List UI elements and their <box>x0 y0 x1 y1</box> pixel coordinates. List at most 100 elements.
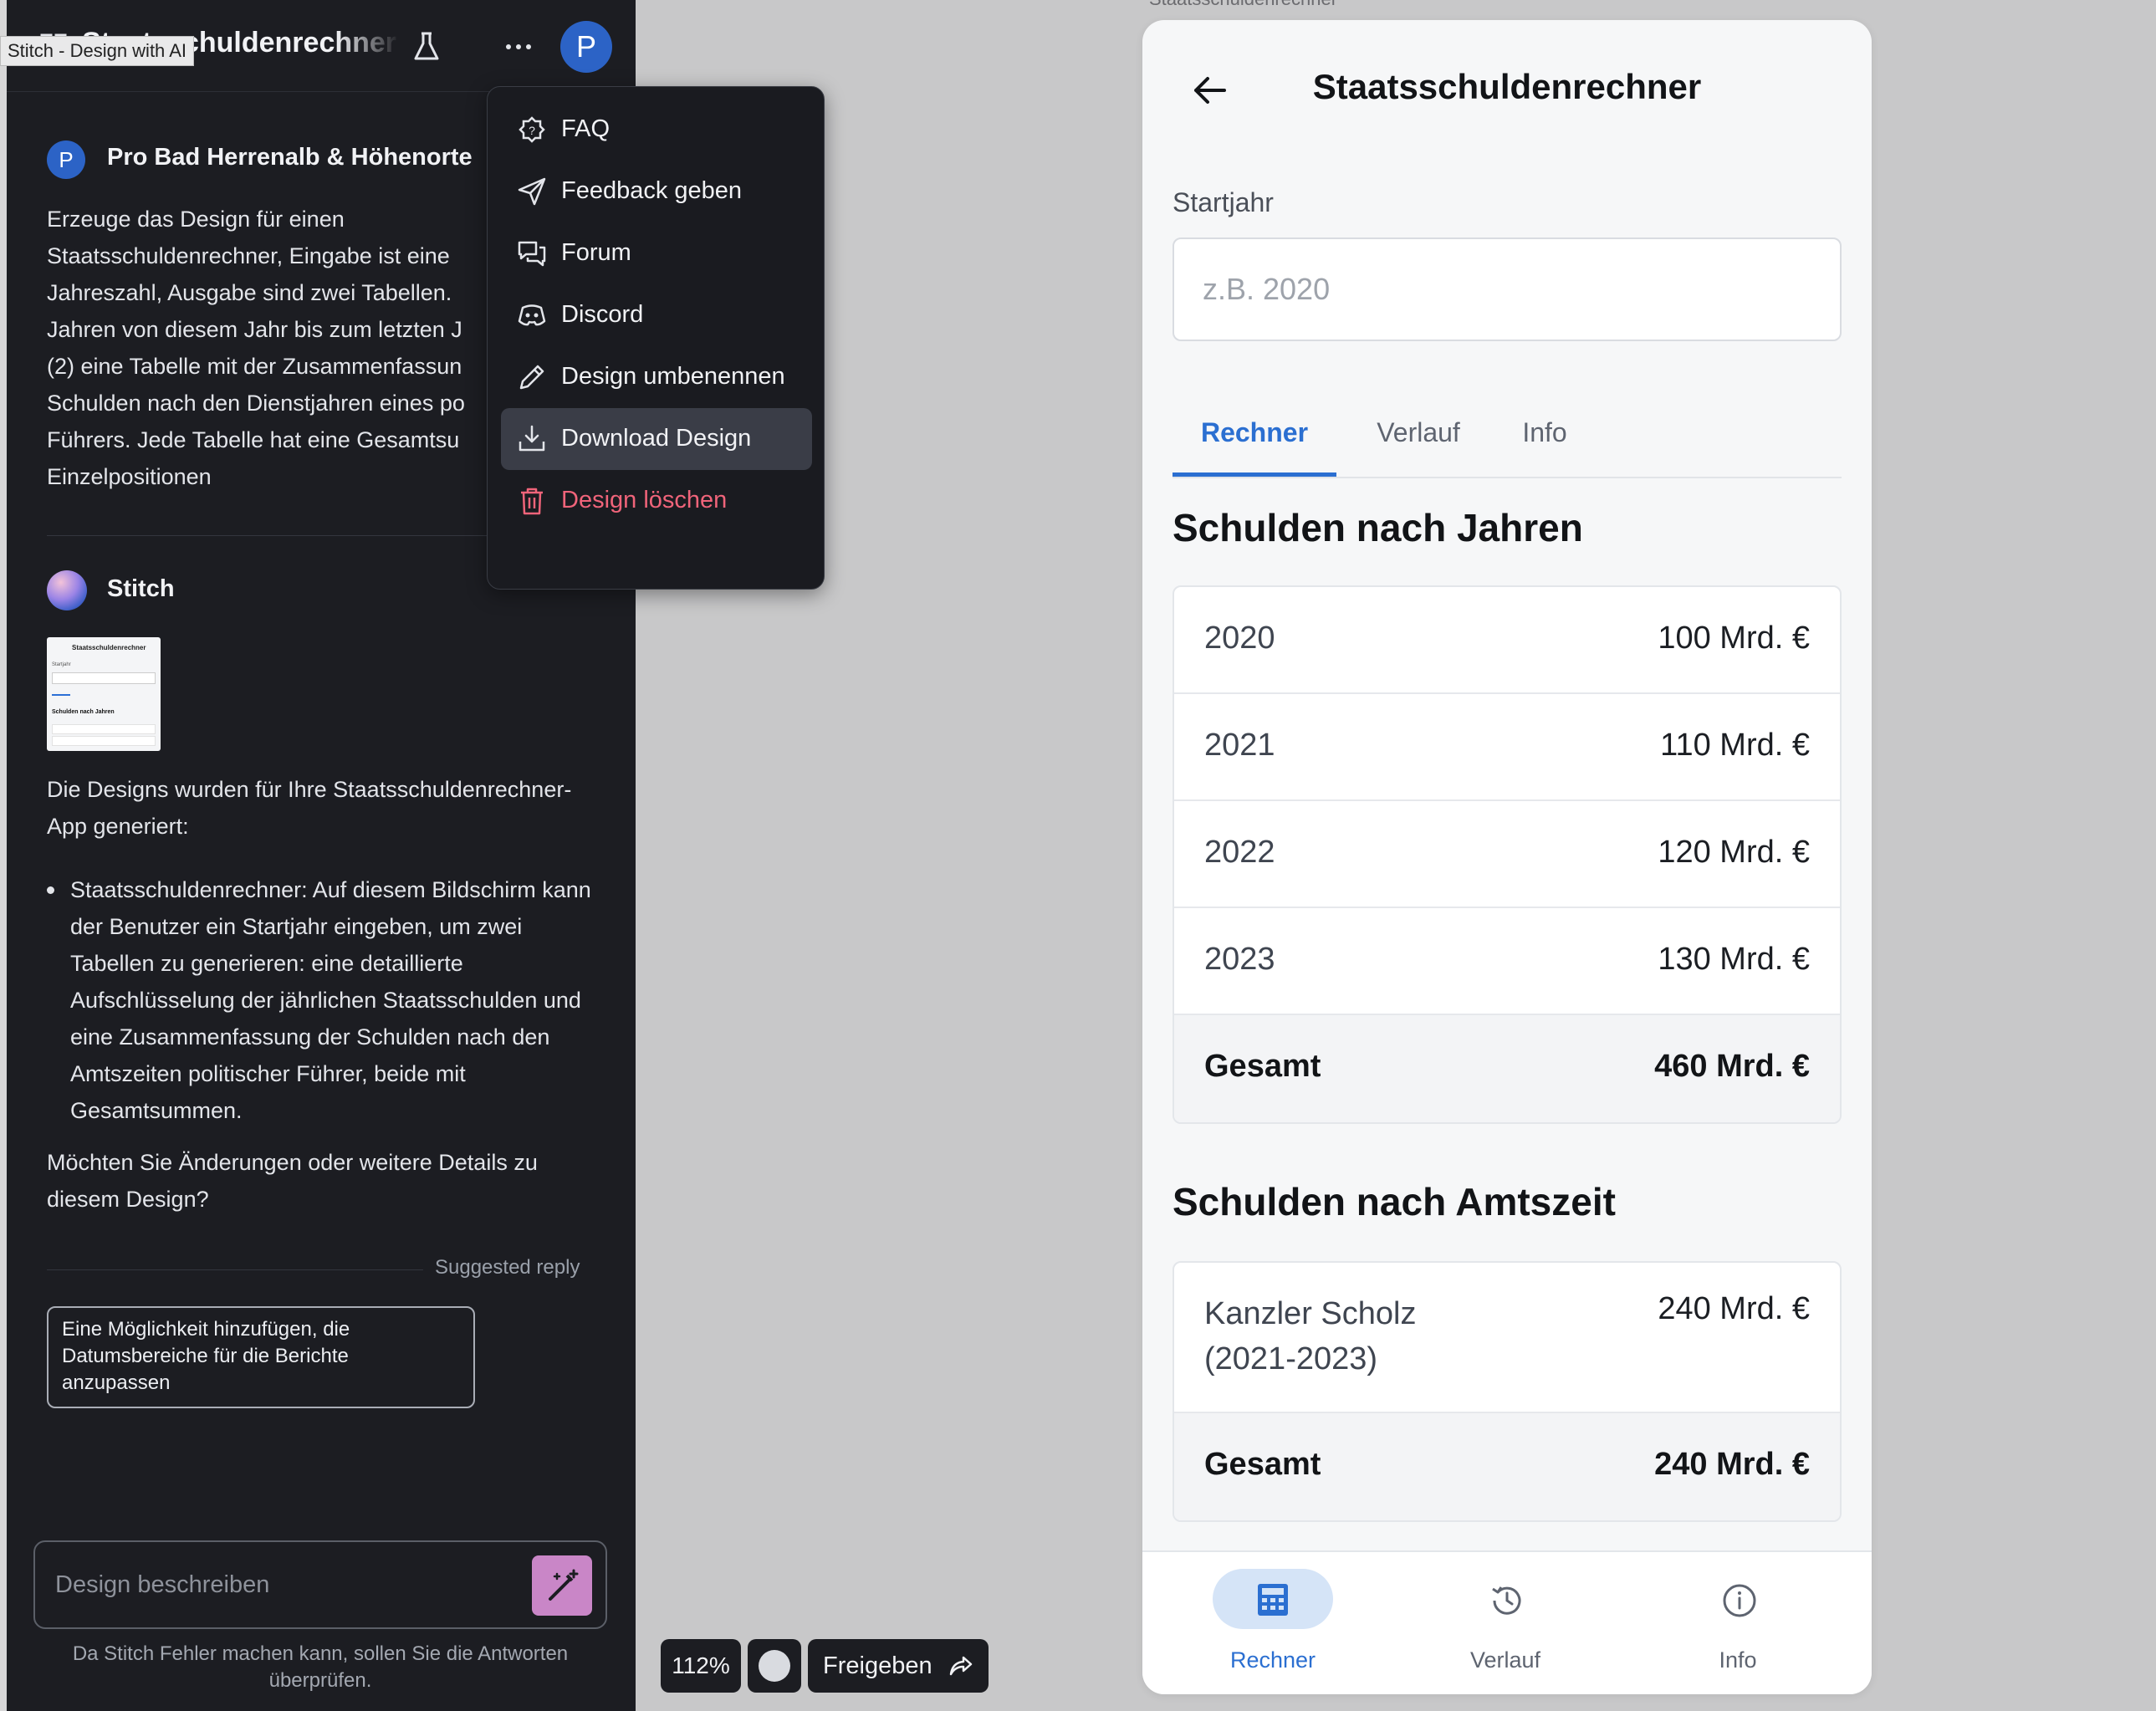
zoom-level[interactable]: 112% <box>661 1639 741 1693</box>
menu-item-delete[interactable]: Design löschen <box>501 470 812 532</box>
thumbnail-tab <box>52 694 70 696</box>
theme-toggle[interactable] <box>748 1639 801 1693</box>
tab-verlauf[interactable]: Verlauf <box>1351 403 1485 477</box>
row-year: 2023 <box>1204 942 1275 977</box>
bottom-nav: Rechner Verlauf Info <box>1142 1550 1872 1694</box>
menu-item-rename[interactable]: Design umbenennen <box>501 346 812 408</box>
account-avatar[interactable]: P <box>560 21 612 73</box>
magic-wand-icon <box>549 1569 579 1601</box>
send-icon <box>518 177 546 206</box>
row-amount: 120 Mrd. € <box>1658 835 1810 870</box>
total-label: Gesamt <box>1204 1447 1321 1482</box>
menu-item-label: Forum <box>561 239 631 266</box>
total-row: Gesamt 240 Mrd. € <box>1174 1413 1840 1520</box>
share-icon <box>949 1656 973 1676</box>
section-years-title: Schulden nach Jahren <box>1173 506 1583 549</box>
user-name: Pro Bad Herrenalb & Höhenorte <box>107 144 473 171</box>
menu-item-forum[interactable]: Forum <box>501 222 812 284</box>
table-row: Kanzler Scholz (2021-2023) 240 Mrd. € <box>1174 1263 1840 1413</box>
terms-table: Kanzler Scholz (2021-2023) 240 Mrd. € Ge… <box>1173 1261 1842 1522</box>
assistant-intro: Die Designs wurden für Ihre Staatsschuld… <box>47 777 572 839</box>
menu-item-label: Design umbenennen <box>561 363 785 390</box>
phone-artboard[interactable]: Staatsschuldenrechner Startjahr Rechner … <box>1142 20 1872 1694</box>
tab-info[interactable]: Info <box>1499 403 1591 477</box>
share-button[interactable]: Freigeben <box>808 1639 989 1693</box>
stitch-avatar <box>47 570 87 610</box>
assistant-name: Stitch <box>107 575 175 602</box>
menu-item-label: Design löschen <box>561 487 728 513</box>
row-amount: 130 Mrd. € <box>1658 942 1810 977</box>
table-row: 2023 130 Mrd. € <box>1174 908 1840 1015</box>
divider <box>47 1269 423 1270</box>
menu-item-label: Discord <box>561 301 644 328</box>
bullet-dot <box>47 886 54 894</box>
nav-rechner[interactable]: Rechner <box>1178 1569 1345 1686</box>
share-label: Freigeben <box>823 1652 932 1679</box>
forum-icon <box>518 241 546 267</box>
screen-title: Staatsschuldenrechner <box>1312 67 1702 106</box>
row-amount: 100 Mrd. € <box>1658 621 1810 656</box>
tab-rechner[interactable]: Rechner <box>1173 403 1336 477</box>
nav-verlauf[interactable]: Verlauf <box>1410 1569 1577 1686</box>
startjahr-label: Startjahr <box>1173 187 1274 217</box>
artboard-caption: Staatsschuldenrechner <box>1149 0 1337 10</box>
info-icon <box>1723 1584 1756 1617</box>
menu-item-label: Download Design <box>561 425 752 452</box>
svg-text:?: ? <box>529 124 535 137</box>
row-year: 2020 <box>1204 621 1275 656</box>
canvas-edge-strip <box>0 0 7 1711</box>
total-amount: 240 Mrd. € <box>1654 1447 1810 1482</box>
pencil-icon <box>519 365 544 390</box>
table-row: 2021 110 Mrd. € <box>1174 694 1840 801</box>
assistant-question: Möchten Sie Änderungen oder weitere Deta… <box>47 1150 538 1212</box>
calculator-icon <box>1258 1584 1288 1616</box>
design-thumbnail[interactable]: Staatsschuldenrechner Startjahr Schulden… <box>47 637 161 751</box>
download-icon <box>519 425 545 452</box>
menu-item-download[interactable]: Download Design <box>501 408 812 470</box>
total-row: Gesamt 460 Mrd. € <box>1174 1015 1840 1122</box>
generate-button[interactable] <box>532 1555 592 1616</box>
menu-item-feedback[interactable]: Feedback geben <box>501 161 812 222</box>
trash-icon <box>521 488 543 515</box>
history-icon <box>1492 1586 1521 1615</box>
assistant-bullet-text: Staatsschuldenrechner: Auf diesem Bildsc… <box>70 877 591 1123</box>
user-avatar: P <box>47 140 85 179</box>
thumbnail-input <box>52 672 156 684</box>
table-row: 2020 100 Mrd. € <box>1174 587 1840 694</box>
nav-label: Rechner <box>1229 1647 1316 1673</box>
thumbnail-row <box>52 736 156 746</box>
more-options-icon[interactable] <box>497 30 540 64</box>
tab-bar: Rechner Verlauf Info <box>1173 403 1842 478</box>
user-message: Erzeuge das Design für einen Staatsschul… <box>47 207 465 489</box>
suggested-reply-chip[interactable]: Eine Möglichkeit hinzufügen, die Datumsb… <box>47 1306 475 1408</box>
section-terms-title: Schulden nach Amtszeit <box>1173 1180 1616 1223</box>
disclaimer: Da Stitch Fehler machen kann, sollen Sie… <box>72 1642 569 1692</box>
menu-item-faq[interactable]: ? FAQ <box>501 99 812 161</box>
row-amount: 240 Mrd. € <box>1658 1291 1810 1326</box>
startjahr-input[interactable] <box>1173 237 1842 341</box>
help-icon: ? <box>519 116 545 143</box>
total-label: Gesamt <box>1204 1049 1321 1084</box>
options-menu: ? FAQ Feedback geben Forum Discord Desig… <box>487 86 825 590</box>
suggested-reply-label: Suggested reply <box>435 1256 580 1279</box>
years-table: 2020 100 Mrd. € 2021 110 Mrd. € 2022 120… <box>1173 585 1842 1124</box>
discord-icon <box>518 304 546 326</box>
thumbnail-row <box>52 724 156 734</box>
prompt-input[interactable] <box>55 1565 507 1604</box>
assistant-bullet-list: Staatsschuldenrechner: Auf diesem Bildsc… <box>47 871 599 1129</box>
nav-info[interactable]: Info <box>1643 1569 1810 1686</box>
row-leader: Kanzler Scholz (2021-2023) <box>1204 1296 1417 1376</box>
tooltip: Stitch - Design with AI <box>0 36 194 66</box>
nav-label: Verlauf <box>1469 1647 1541 1673</box>
menu-item-label: Feedback geben <box>561 177 743 204</box>
row-amount: 110 Mrd. € <box>1660 728 1810 763</box>
menu-item-discord[interactable]: Discord <box>501 284 812 346</box>
thumbnail-title: Staatsschuldenrechner <box>72 644 146 651</box>
table-row: 2022 120 Mrd. € <box>1174 801 1840 908</box>
flask-icon[interactable] <box>411 30 442 64</box>
thumbnail-label: Startjahr <box>52 662 71 667</box>
theme-dot <box>759 1650 790 1682</box>
menu-item-label: FAQ <box>561 115 611 142</box>
thumbnail-section: Schulden nach Jahren <box>52 709 115 715</box>
composer <box>33 1540 607 1629</box>
